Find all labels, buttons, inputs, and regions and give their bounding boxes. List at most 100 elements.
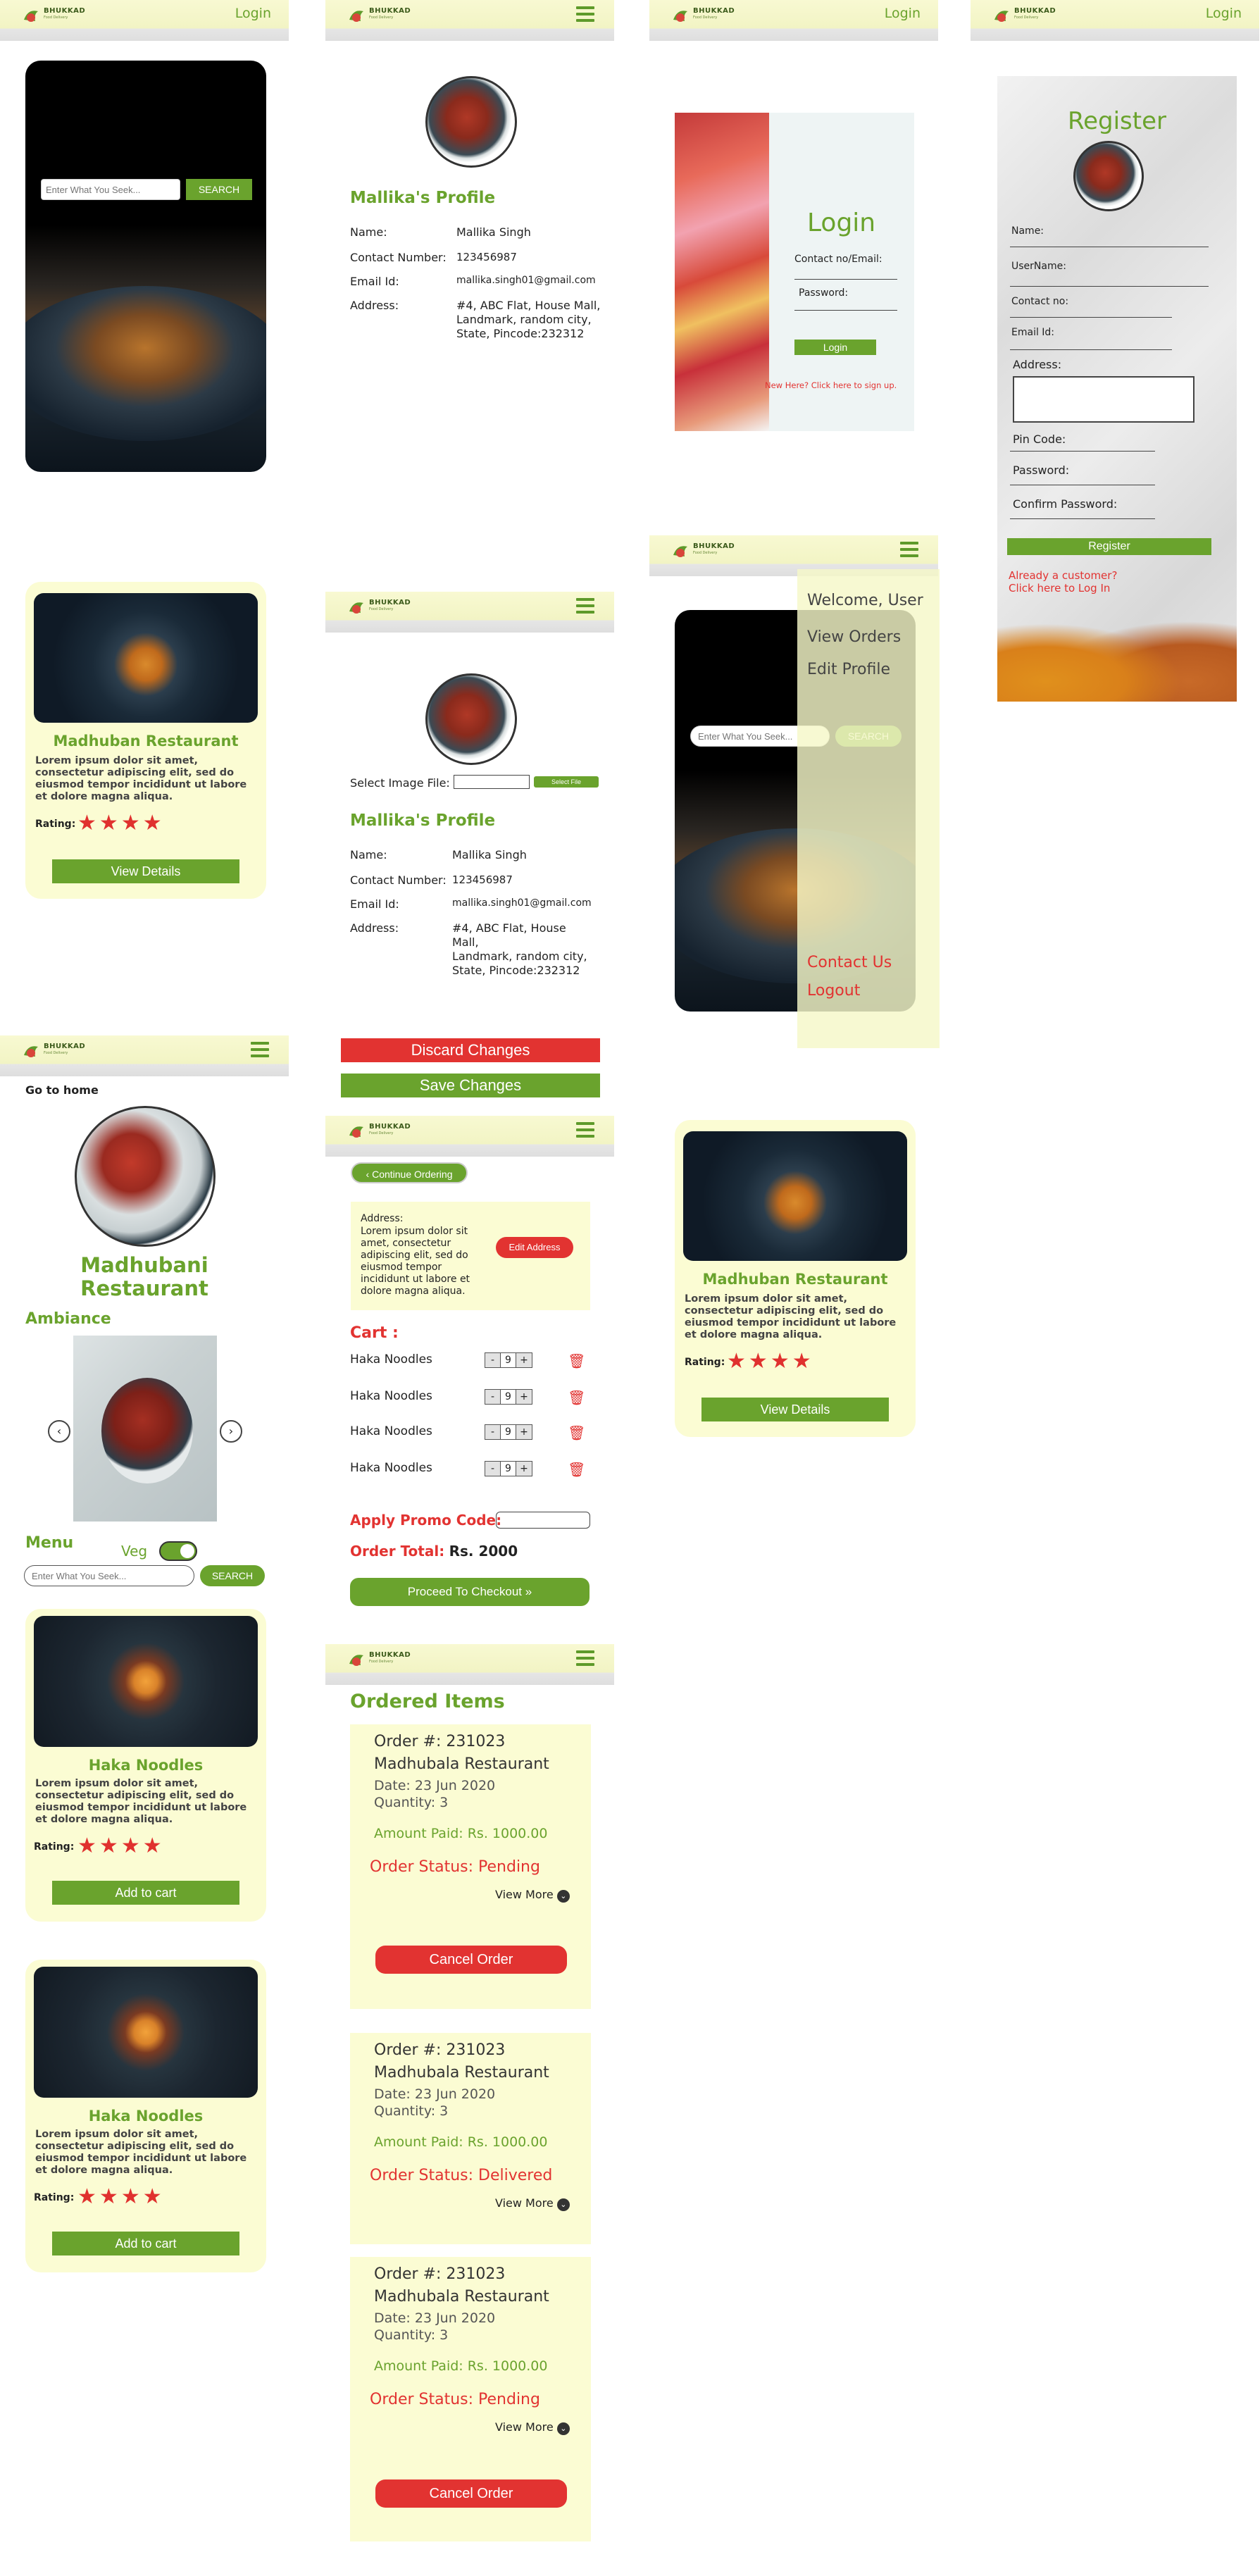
star-icon: ★ [77, 2184, 96, 2209]
brand-tag: Food Delivery [369, 15, 394, 20]
app-header: BHUKKAD Food Delivery Login [971, 0, 1259, 41]
delete-icon[interactable]: 🗑 [568, 1461, 585, 1478]
login-link[interactable]: Login [1206, 6, 1242, 21]
search-button[interactable]: SEARCH [186, 179, 252, 200]
view-orders-link[interactable]: View Orders [807, 628, 901, 646]
brand-name: BHUKKAD [693, 7, 735, 15]
increment-button[interactable]: + [516, 1425, 532, 1439]
view-more-link[interactable]: View More ⌄ [495, 1888, 570, 1903]
register-address-input[interactable] [1013, 376, 1194, 423]
checkout-button[interactable]: Proceed To Checkout » [350, 1578, 590, 1606]
veg-toggle[interactable] [159, 1541, 197, 1561]
contact-value[interactable]: 123456987 [452, 873, 513, 886]
menu-icon[interactable] [576, 1650, 594, 1666]
register-name-label: Name: [1011, 225, 1044, 237]
quantity-stepper[interactable]: -9 + [485, 1352, 532, 1368]
delete-icon[interactable]: 🗑 [568, 1352, 585, 1369]
register-button[interactable]: Register [1007, 538, 1211, 555]
delete-icon[interactable]: 🗑 [568, 1389, 585, 1406]
add-to-cart-button[interactable]: Add to cart [52, 2232, 239, 2255]
view-details-button[interactable]: View Details [52, 859, 239, 883]
logout-link[interactable]: Logout [807, 982, 860, 1000]
signup-link[interactable]: New Here? Click here to sign up. [765, 380, 897, 390]
increment-button[interactable]: + [516, 1390, 532, 1404]
address-value[interactable]: #4, ABC Flat, House Mall, Landmark, random… [452, 921, 587, 978]
order-card: Order #: 231023 Madhubala Restaurant Dat… [350, 1724, 591, 2009]
view-more-label: View More [495, 1888, 554, 1901]
view-more-link[interactable]: View More ⌄ [495, 2420, 570, 2435]
view-details-button[interactable]: View Details [701, 1398, 889, 1421]
ambiance-dish [101, 1378, 193, 1483]
email-value[interactable]: mallika.singh01@gmail.com [452, 897, 592, 909]
edit-profile-link[interactable]: Edit Profile [807, 661, 890, 678]
restaurant-title-line1: Madhubani [80, 1253, 208, 1277]
login-button[interactable]: Login [794, 340, 876, 355]
contact-email-input[interactable] [794, 279, 897, 280]
increment-button[interactable]: + [516, 1462, 532, 1476]
brand-name: BHUKKAD [693, 542, 735, 550]
carousel-next-icon[interactable]: › [220, 1420, 242, 1443]
register-contact-input[interactable] [1010, 317, 1172, 318]
login-link[interactable]: Login [885, 6, 921, 21]
go-home-link[interactable]: Go to home [25, 1083, 99, 1097]
menu-icon[interactable] [900, 542, 918, 557]
discard-changes-button[interactable]: Discard Changes [341, 1038, 600, 1062]
password-input[interactable] [794, 310, 897, 311]
email-label: Email Id: [350, 897, 399, 911]
register-confirm-input[interactable] [1010, 518, 1155, 519]
view-more-link[interactable]: View More ⌄ [495, 2196, 570, 2211]
increment-button[interactable]: + [516, 1353, 532, 1367]
quantity-stepper[interactable]: -9 + [485, 1389, 532, 1405]
save-changes-button[interactable]: Save Changes [341, 1074, 600, 1097]
menu-search-input[interactable] [24, 1565, 194, 1586]
add-to-cart-button[interactable]: Add to cart [52, 1881, 239, 1905]
decrement-button[interactable]: - [485, 1390, 501, 1404]
search-input[interactable] [41, 179, 180, 200]
cart-item-name: Haka Noodles [350, 1389, 432, 1403]
cancel-order-button[interactable]: Cancel Order [375, 1946, 567, 1974]
register-email-input[interactable] [1010, 349, 1172, 350]
select-file-button[interactable]: Select File [534, 776, 599, 788]
name-value[interactable]: Mallika Singh [452, 848, 527, 861]
register-pincode-input[interactable] [1010, 451, 1155, 452]
dish-card: Haka Noodles Lorem ipsum dolor sit amet,… [25, 1960, 266, 2272]
cancel-order-button[interactable]: Cancel Order [375, 2479, 567, 2508]
restaurant-title: Madhubani Restaurant [0, 1254, 289, 1300]
login-redirect-link[interactable]: Already a customer? Click here to Log In [1009, 569, 1117, 595]
decrement-button[interactable]: - [485, 1462, 501, 1476]
rating-stars: ★ ★ ★ ★ [77, 2186, 165, 2208]
order-quantity: Quantity: 3 [374, 2103, 449, 2119]
menu-icon[interactable] [576, 598, 594, 614]
order-card: Order #: 231023 Madhubala Restaurant Dat… [350, 2033, 591, 2244]
order-number: Order #: 231023 [374, 2265, 506, 2283]
chevron-down-icon: ⌄ [556, 2422, 570, 2435]
menu-icon[interactable] [251, 1042, 269, 1057]
rating-stars: ★ ★ ★ ★ [77, 813, 165, 834]
menu-icon[interactable] [576, 1122, 594, 1138]
address-line: #4, ABC Flat, House Mall, [456, 299, 601, 312]
cart-item-name: Haka Noodles [350, 1352, 432, 1367]
contact-us-link[interactable]: Contact Us [807, 954, 892, 971]
continue-ordering-button[interactable]: ‹ Continue Ordering [351, 1162, 468, 1183]
quantity-stepper[interactable]: -9 + [485, 1461, 532, 1476]
decrement-button[interactable]: - [485, 1425, 501, 1439]
carousel-prev-icon[interactable]: ‹ [48, 1420, 70, 1443]
address-line: Mall, [452, 935, 479, 949]
delete-icon[interactable]: 🗑 [568, 1424, 585, 1441]
app-header: BHUKKAD Food Delivery [325, 592, 614, 633]
decrement-button[interactable]: - [485, 1353, 501, 1367]
edit-address-button[interactable]: Edit Address [496, 1237, 573, 1258]
menu-search-button[interactable]: SEARCH [200, 1565, 265, 1586]
select-image-label: Select Image File: [350, 776, 450, 790]
checkout-label: Proceed To Checkout [407, 1585, 523, 1598]
star-icon: ★ [120, 2184, 140, 2209]
promo-input[interactable] [496, 1512, 590, 1529]
file-path-input[interactable] [454, 775, 530, 789]
register-username-input[interactable] [1010, 286, 1209, 287]
login-link[interactable]: Login [235, 6, 271, 21]
quantity-stepper[interactable]: -9 + [485, 1424, 532, 1440]
star-icon: ★ [142, 811, 162, 835]
register-avatar [1073, 141, 1144, 211]
menu-icon[interactable] [576, 6, 594, 22]
order-restaurant: Madhubala Restaurant [374, 2064, 549, 2082]
